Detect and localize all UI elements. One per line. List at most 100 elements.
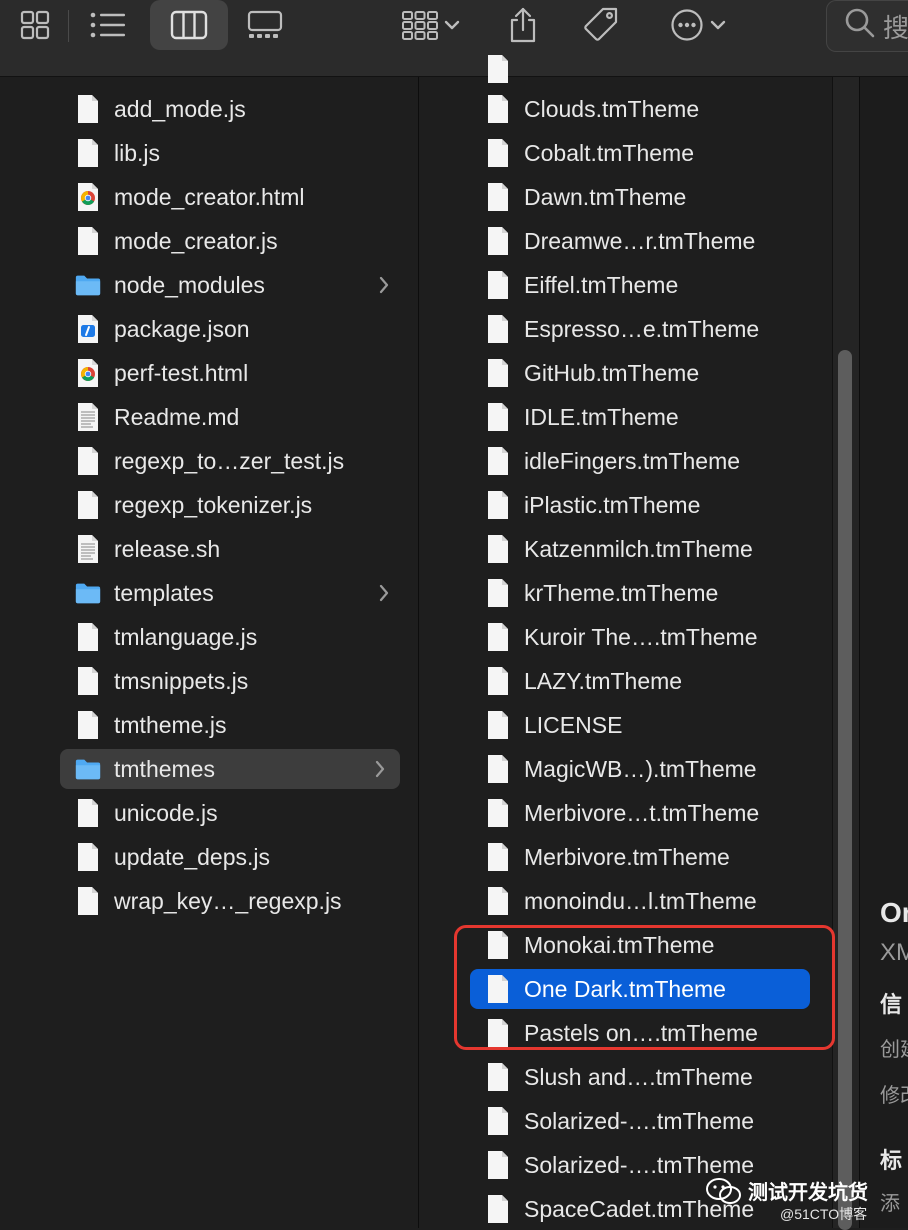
item-label: Dreamwe…r.tmTheme (524, 227, 756, 254)
watermark-source: @51CTO博客 (780, 1206, 868, 1222)
gallery-view-button[interactable] (240, 0, 290, 50)
file-item-regexp-to-zer-test-js[interactable]: regexp_to…zer_test.js (74, 441, 404, 481)
preview-file-kind: XM (880, 939, 908, 966)
item-label: LAZY.tmTheme (524, 667, 683, 694)
tag-icon (582, 6, 620, 44)
file-item-iplastic-tmtheme[interactable]: iPlastic.tmTheme (484, 485, 824, 525)
browser-column-2: Clouds.tmTheme Cobalt.tmTheme Dawn.tmTheme… (450, 55, 830, 1228)
document-icon (74, 709, 102, 741)
browser-column-1: add_mode.js lib.js mode_creator.html mode_c… (40, 77, 418, 1228)
item-label: tmlanguage.js (114, 623, 258, 650)
item-label: Katzenmilch.tmTheme (524, 535, 753, 562)
file-item-espresso-e-tmtheme[interactable]: Espresso…e.tmTheme (484, 309, 824, 349)
folder-item-templates[interactable]: templates (74, 573, 404, 613)
file-item-idlefingers-tmtheme[interactable]: idleFingers.tmTheme (484, 441, 824, 481)
document-icon (484, 577, 512, 609)
document-icon (74, 621, 102, 653)
icon-view-button[interactable] (10, 0, 60, 50)
item-label: Merbivore.tmTheme (524, 843, 730, 870)
scrollbar-thumb[interactable] (838, 350, 852, 1230)
item-label: monoindu…l.tmTheme (524, 887, 757, 914)
document-icon (74, 841, 102, 873)
item-label: update_deps.js (114, 843, 271, 870)
text-document-icon (74, 401, 102, 433)
preview-file-name: On (880, 897, 908, 928)
item-label: Eiffel.tmTheme (524, 271, 679, 298)
file-item-lazy-tmtheme[interactable]: LAZY.tmTheme (484, 661, 824, 701)
file-item-license[interactable]: LICENSE (484, 705, 824, 745)
file-item-merbivore-t-tmtheme[interactable]: Merbivore…t.tmTheme (484, 793, 824, 833)
watermark-title: 测试开发坑货 (748, 1182, 868, 1204)
file-item-mode-creator-js[interactable]: mode_creator.js (74, 221, 404, 261)
preview-created-label: 创建 (880, 1039, 908, 1061)
list-icon (89, 10, 127, 40)
item-label: MagicWB…).tmTheme (524, 755, 757, 782)
file-item-package-json[interactable]: package.json (74, 309, 404, 349)
preview-pane: On XM 信 创建 修改 标 添 (859, 77, 908, 1228)
preview-tags-heading: 标 (880, 1148, 903, 1173)
file-item-krtheme-tmtheme[interactable]: krTheme.tmTheme (484, 573, 824, 613)
file-item-release-sh[interactable]: release.sh (74, 529, 404, 569)
file-item-magicwb-tmtheme[interactable]: MagicWB…).tmTheme (484, 749, 824, 789)
more-actions-button[interactable] (660, 0, 736, 50)
chevron-down-icon (444, 19, 460, 31)
search-placeholder: 搜 (883, 12, 908, 43)
item-label: Espresso…e.tmTheme (524, 315, 760, 342)
preview-info-heading: 信 (880, 992, 903, 1017)
item-label: lib.js (114, 139, 161, 166)
file-item-update-deps-js[interactable]: update_deps.js (74, 837, 404, 877)
tags-button[interactable] (576, 0, 626, 50)
file-item-dreamwe-r-tmtheme[interactable]: Dreamwe…r.tmTheme (484, 221, 824, 261)
group-button[interactable] (390, 0, 470, 50)
file-item-monoindu-l-tmtheme[interactable]: monoindu…l.tmTheme (484, 881, 824, 921)
file-item-add-mode-js[interactable]: add_mode.js (74, 89, 404, 129)
item-label: IDLE.tmTheme (524, 403, 679, 430)
file-item-merbivore-tmtheme[interactable]: Merbivore.tmTheme (484, 837, 824, 877)
document-icon (74, 489, 102, 521)
file-item-tmtheme-js[interactable]: tmtheme.js (74, 705, 404, 745)
file-item-katzenmilch-tmtheme[interactable]: Katzenmilch.tmTheme (484, 529, 824, 569)
file-item-dawn-tmtheme[interactable]: Dawn.tmTheme (484, 177, 824, 217)
column-view-button[interactable] (150, 0, 228, 50)
document-icon (74, 445, 102, 477)
file-item-cobalt-tmtheme[interactable]: Cobalt.tmTheme (484, 133, 824, 173)
file-item-lib-js[interactable]: lib.js (74, 133, 404, 173)
item-label: regexp_tokenizer.js (114, 491, 313, 518)
document-icon (74, 93, 102, 125)
item-label: tmsnippets.js (114, 667, 249, 694)
item-label: Cobalt.tmTheme (524, 139, 695, 166)
file-item-eiffel-tmtheme[interactable]: Eiffel.tmTheme (484, 265, 824, 305)
folder-item-tmthemes[interactable]: tmthemes (60, 749, 400, 789)
document-icon (484, 533, 512, 565)
file-item-mode-creator-html[interactable]: mode_creator.html (74, 177, 404, 217)
list-view-button[interactable] (82, 0, 134, 50)
search-field[interactable]: 搜 (826, 0, 908, 52)
file-item-unicode-js[interactable]: unicode.js (74, 793, 404, 833)
file-item-slush-and-tmtheme[interactable]: Slush and….tmTheme (484, 1057, 824, 1097)
file-item-regexp-tokenizer-js[interactable]: regexp_tokenizer.js (74, 485, 404, 525)
item-label: wrap_key…_regexp.js (114, 887, 342, 914)
text-document-icon (74, 533, 102, 565)
file-item-github-tmtheme[interactable]: GitHub.tmTheme (484, 353, 824, 393)
folder-item-node-modules[interactable]: node_modules (74, 265, 404, 305)
file-item-idle-tmtheme[interactable]: IDLE.tmTheme (484, 397, 824, 437)
item-label: idleFingers.tmTheme (524, 447, 741, 474)
file-item-clouds-tmtheme[interactable]: Clouds.tmTheme (484, 89, 824, 129)
file-item-perf-test-html[interactable]: perf-test.html (74, 353, 404, 393)
folder-icon (74, 753, 102, 785)
item-label: mode_creator.html (114, 183, 305, 210)
chevron-right-icon (374, 758, 386, 785)
file-item-tmlanguage-js[interactable]: tmlanguage.js (74, 617, 404, 657)
file-item-tmsnippets-js[interactable]: tmsnippets.js (74, 661, 404, 701)
item-label: Merbivore…t.tmTheme (524, 799, 760, 826)
item-label: iPlastic.tmTheme (524, 491, 701, 518)
file-item-solarized-tmtheme[interactable]: Solarized-….tmTheme (484, 1101, 824, 1141)
share-button[interactable] (500, 0, 546, 50)
document-icon (484, 225, 512, 257)
file-item-kuroir-the-tmtheme[interactable]: Kuroir The….tmTheme (484, 617, 824, 657)
item-label: Clouds.tmTheme (524, 95, 700, 122)
search-icon (843, 6, 877, 47)
file-item-partial[interactable] (484, 49, 824, 89)
file-item-readme-md[interactable]: Readme.md (74, 397, 404, 437)
file-item-wrap-key-regexp-js[interactable]: wrap_key…_regexp.js (74, 881, 404, 921)
